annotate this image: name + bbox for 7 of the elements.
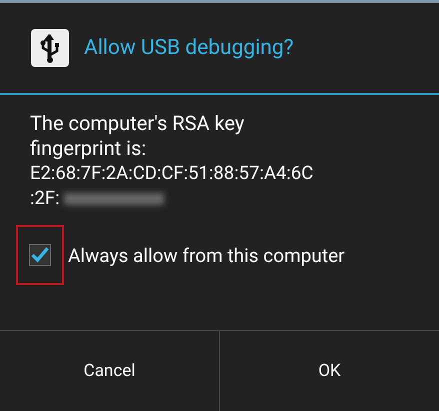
checkbox[interactable] xyxy=(29,244,51,266)
fingerprint-text: :2F: xyxy=(30,186,60,211)
fingerprint-text: E2:68:7F:2A:CD:CF:51:88:57:A4:6C xyxy=(30,161,314,186)
checkbox-label: Always allow from this computer xyxy=(68,244,345,266)
message-text: The computer's RSA key fingerprint is: xyxy=(30,111,246,161)
dialog-title: Allow USB debugging? xyxy=(84,36,294,60)
usb-icon xyxy=(30,28,70,68)
